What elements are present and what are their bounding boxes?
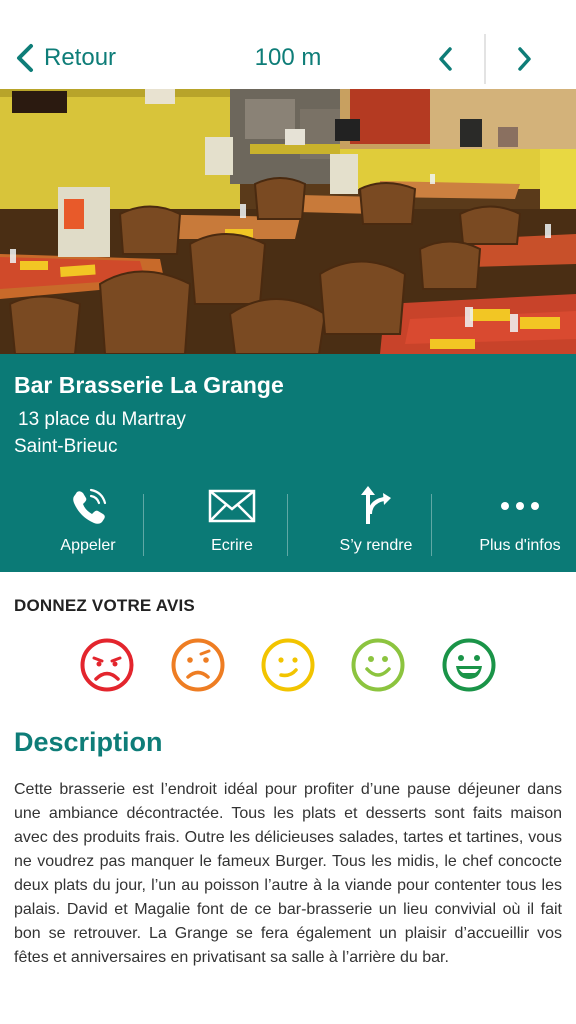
chevron-right-icon — [518, 47, 531, 71]
rating-bad-button[interactable] — [170, 637, 226, 693]
photo-gallery[interactable] — [0, 89, 576, 354]
review-title: DONNEZ VOTRE AVIS — [14, 596, 195, 615]
neutral-face-icon — [261, 638, 315, 692]
description-text: Cette brasserie est l’endroit idéal pour… — [14, 781, 562, 966]
email-button[interactable]: Ecrire — [160, 482, 304, 562]
phone-icon — [73, 488, 107, 524]
sad-face-icon — [171, 638, 225, 692]
address-line-1: 13 place du Martray — [18, 409, 186, 430]
restaurant-photo — [0, 89, 576, 354]
more-info-button[interactable]: Plus d'infos — [448, 482, 576, 562]
more-info-label: Plus d'infos — [479, 537, 561, 554]
very-sad-face-icon — [80, 638, 134, 692]
rating-selector — [0, 637, 576, 695]
directions-label: S’y rendre — [339, 537, 413, 554]
next-button[interactable] — [510, 42, 540, 76]
top-bar: Retour 100 m — [0, 0, 576, 89]
address-line-2: Saint-Brieuc — [14, 436, 118, 457]
place-name: Bar Brasserie La Grange — [14, 372, 284, 398]
action-bar: Appeler Ecrire S’y rendre Plus d'infos — [0, 482, 576, 562]
call-button[interactable]: Appeler — [16, 482, 160, 562]
mail-icon — [208, 489, 256, 523]
nav-divider — [484, 34, 486, 84]
distance-label: 100 m — [254, 44, 322, 71]
directions-icon — [361, 486, 391, 524]
email-label: Ecrire — [211, 537, 253, 554]
previous-button[interactable] — [430, 42, 460, 76]
place-info: Bar Brasserie La Grange 13 place du Mart… — [0, 354, 576, 572]
chevron-left-icon — [439, 47, 452, 71]
directions-button[interactable]: S’y rendre — [304, 482, 448, 562]
more-icon — [501, 502, 539, 510]
rating-good-button[interactable] — [350, 637, 406, 693]
rating-very-good-button[interactable] — [441, 637, 497, 693]
description-title: Description — [14, 727, 163, 757]
call-label: Appeler — [60, 537, 116, 554]
action-separator — [143, 494, 144, 556]
action-separator — [431, 494, 432, 556]
action-separator — [287, 494, 288, 556]
happy-face-icon — [351, 638, 405, 692]
rating-very-bad-button[interactable] — [79, 637, 135, 693]
very-happy-face-icon — [442, 638, 496, 692]
rating-neutral-button[interactable] — [260, 637, 316, 693]
